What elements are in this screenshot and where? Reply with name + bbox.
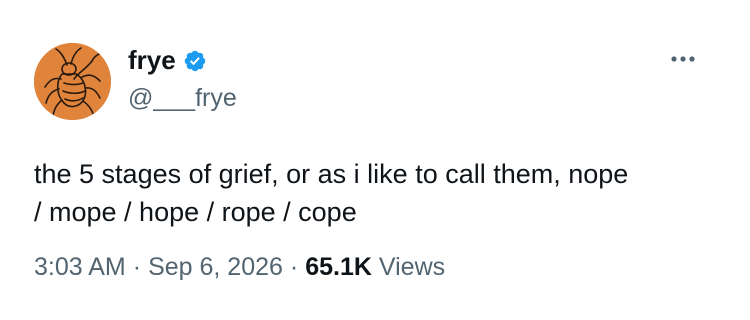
ellipsis-icon	[671, 56, 695, 62]
tweet-text-line: the 5 stages of grief, or as i like to c…	[34, 159, 629, 189]
tweet-meta: 3:03 AM · Sep 6, 2026 · 65.1K Views	[34, 253, 445, 282]
bug-drawing-icon	[34, 43, 111, 120]
views-label: Views	[378, 253, 446, 281]
author-handle[interactable]: @___frye	[128, 84, 237, 113]
more-options-button[interactable]	[667, 47, 699, 71]
author-display-name[interactable]: frye	[128, 45, 176, 76]
avatar[interactable]	[34, 43, 111, 120]
views-count[interactable]: 65.1K	[305, 253, 372, 281]
tweet-text-line: / mope / hope / rope / cope	[34, 197, 357, 227]
tweet-card: frye @___frye the 5 stages of grief, or …	[0, 0, 750, 320]
verified-badge-icon	[183, 49, 207, 73]
tweet-text: the 5 stages of grief, or as i like to c…	[34, 155, 724, 231]
tweet-date[interactable]: Sep 6, 2026	[148, 253, 283, 281]
author-name-row: frye	[128, 45, 207, 75]
meta-separator: ·	[289, 253, 299, 281]
meta-separator: ·	[132, 253, 142, 281]
tweet-time[interactable]: 3:03 AM	[34, 253, 126, 281]
